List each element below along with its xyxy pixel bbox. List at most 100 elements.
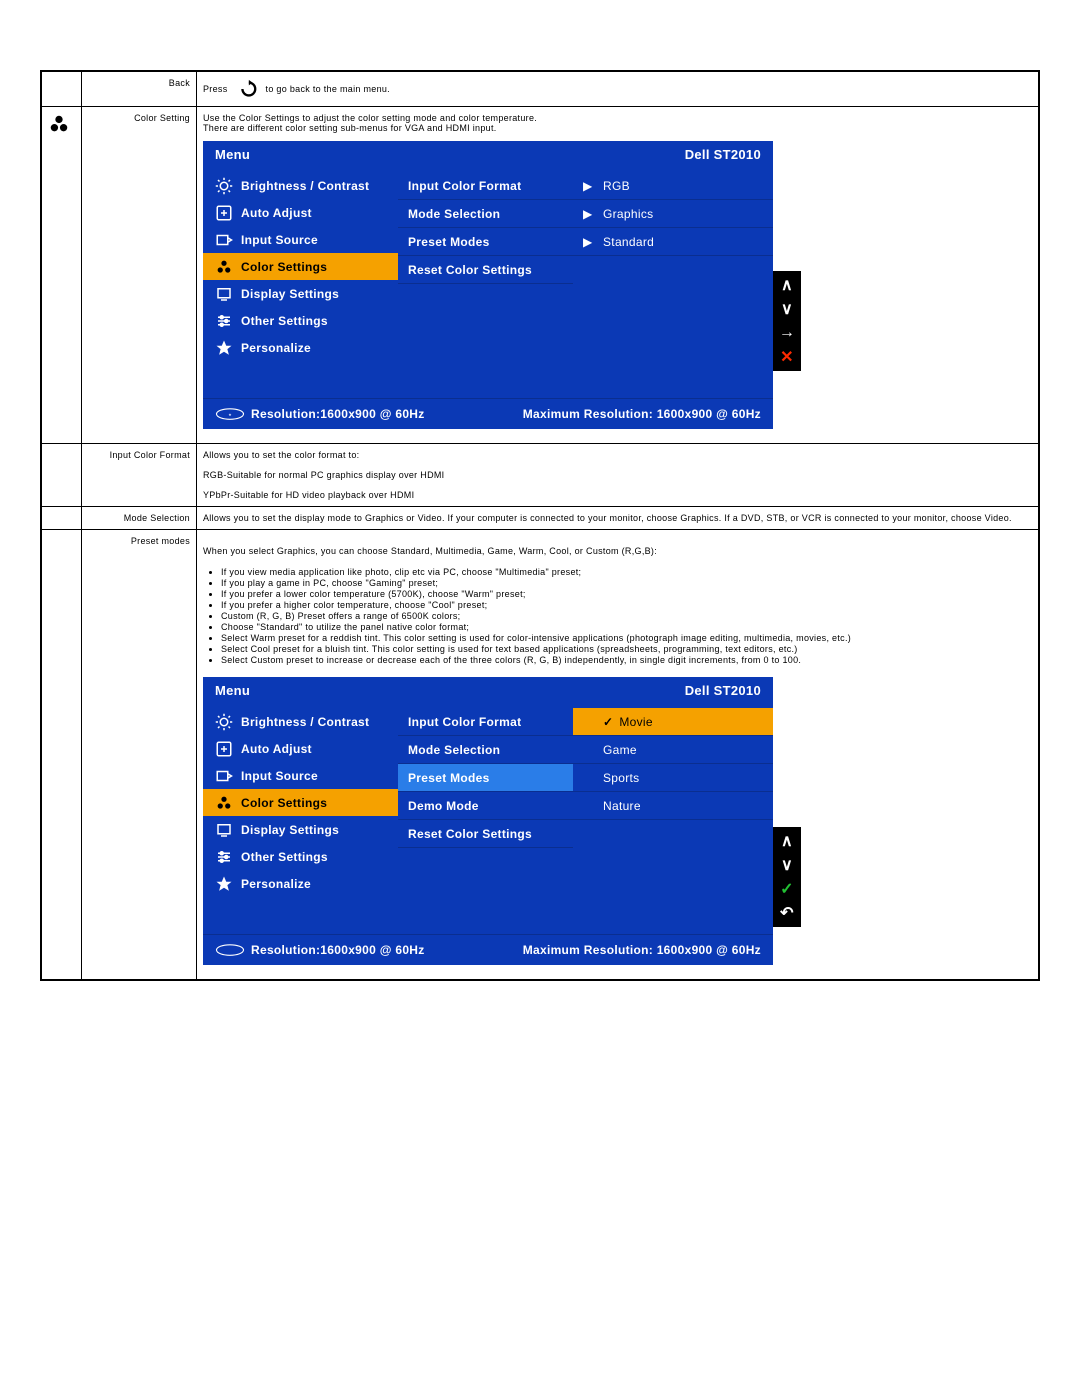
menu-icon	[213, 740, 235, 758]
osd-right-item[interactable]: ▶RGB	[573, 172, 773, 200]
preset-list-item: Select Warm preset for a reddish tint. T…	[221, 633, 1032, 643]
osd-left-label: Input Source	[241, 233, 318, 247]
osd-left-label: Personalize	[241, 341, 311, 355]
osd-left-item[interactable]: Display Settings	[203, 816, 398, 843]
nav-up-icon[interactable]: ∧	[776, 274, 798, 296]
menu-icon	[213, 713, 235, 731]
mode-desc: Allows you to set the display mode to Gr…	[203, 513, 1012, 523]
osd-left-item[interactable]: Color Settings	[203, 789, 398, 816]
osd-left-item[interactable]: Auto Adjust	[203, 735, 398, 762]
menu-icon	[213, 258, 235, 276]
preset-list-item: If you prefer a higher color temperature…	[221, 600, 1032, 610]
osd-right-item[interactable]: Sports	[573, 764, 773, 792]
menu-icon	[213, 848, 235, 866]
osd-left-label: Display Settings	[241, 823, 339, 837]
osd2-model: Dell ST2010	[685, 683, 761, 698]
menu-icon	[213, 285, 235, 303]
osd-right-item[interactable]: Game	[573, 736, 773, 764]
osd-left-label: Input Source	[241, 769, 318, 783]
osd2-menu: Menu	[215, 683, 250, 698]
osd-mid-item[interactable]: Input Color Format	[398, 172, 573, 200]
osd-mid-item[interactable]: Mode Selection	[398, 736, 573, 764]
osd-mid-item[interactable]: Mode Selection	[398, 200, 573, 228]
osd-right-label: Game	[603, 743, 637, 757]
osd-left-item[interactable]: Personalize	[203, 870, 398, 897]
preset-list-item: If you prefer a lower color temperature …	[221, 589, 1032, 599]
nav-back-icon[interactable]: ↶	[776, 902, 798, 924]
osd1-model: Dell ST2010	[685, 147, 761, 162]
menu-icon	[213, 339, 235, 357]
osd-right-label: Nature	[603, 799, 641, 813]
osd-screenshot-2: Menu Dell ST2010 Brightness / Contrast Au…	[203, 677, 773, 965]
osd-left-label: Other Settings	[241, 850, 328, 864]
osd-right-item[interactable]: ✓Movie	[573, 708, 773, 736]
check-icon: ✓	[603, 715, 613, 729]
row-icf-label: Input Color Format	[110, 450, 190, 460]
osd-left-item[interactable]: Input Source	[203, 226, 398, 253]
osd2-side-buttons: ∧ ∨ ✓ ↶	[773, 827, 801, 927]
osd1-menu: Menu	[215, 147, 250, 162]
osd2-maxres: Maximum Resolution: 1600x900 @ 60Hz	[523, 943, 761, 957]
osd-left-label: Other Settings	[241, 314, 328, 328]
color-settings-icon	[48, 113, 75, 135]
osd-mid-item[interactable]: Demo Mode	[398, 792, 573, 820]
osd-left-item[interactable]: Other Settings	[203, 843, 398, 870]
osd-left-item[interactable]: Auto Adjust	[203, 199, 398, 226]
submenu-arrow-icon: ▶	[583, 179, 593, 193]
preset-list-item: Select Cool preset for a bluish tint. Th…	[221, 644, 1032, 654]
row-mode-label: Mode Selection	[124, 513, 190, 523]
row-color-label: Color Setting	[134, 113, 190, 123]
nav-down-icon[interactable]: ∨	[776, 298, 798, 320]
nav-down-icon[interactable]: ∨	[776, 854, 798, 876]
osd-mid-item[interactable]: Reset Color Settings	[398, 256, 573, 284]
preset-list-item: Select Custom preset to increase or decr…	[221, 655, 1032, 665]
icf-line-1: Allows you to set the color format to:	[203, 450, 1032, 460]
nav-ok-icon[interactable]: ✓	[776, 878, 798, 900]
icf-line-2: RGB-Suitable for normal PC graphics disp…	[203, 470, 1032, 480]
osd-mid-item[interactable]: Preset Modes	[398, 228, 573, 256]
osd-left-item[interactable]: Input Source	[203, 762, 398, 789]
osd-left-item[interactable]: Display Settings	[203, 280, 398, 307]
osd-mid-item[interactable]: Input Color Format	[398, 708, 573, 736]
osd-right-item[interactable]: ▶ Graphics	[573, 200, 773, 228]
osd-left-label: Display Settings	[241, 287, 339, 301]
submenu-arrow-icon: ▶	[583, 235, 593, 249]
preset-list-item: Choose "Standard" to utilize the panel n…	[221, 622, 1032, 632]
nav-enter-icon[interactable]: →	[776, 322, 798, 344]
osd-left-label: Color Settings	[241, 260, 327, 274]
osd-right-label: Standard	[603, 235, 654, 249]
nav-up-icon[interactable]: ∧	[776, 830, 798, 852]
osd1-maxres: Maximum Resolution: 1600x900 @ 60Hz	[523, 407, 761, 421]
osd-left-label: Auto Adjust	[241, 206, 312, 220]
submenu-arrow-icon: ▶	[583, 207, 593, 221]
osd-right-label: Graphics	[603, 207, 653, 221]
osd-right-label: Sports	[603, 771, 639, 785]
color-desc-1: Use the Color Settings to adjust the col…	[203, 113, 1032, 123]
press-text: Press	[203, 84, 228, 94]
osd-left-label: Brightness / Contrast	[241, 715, 369, 729]
osd-mid-item[interactable]: Preset Modes	[398, 764, 573, 792]
osd-left-item[interactable]: Personalize	[203, 334, 398, 361]
osd1-side-buttons: ∧ ∨ → ✕	[773, 271, 801, 371]
color-desc-2: There are different color setting sub-me…	[203, 123, 1032, 133]
menu-icon	[213, 177, 235, 195]
preset-list: If you view media application like photo…	[221, 567, 1032, 665]
osd1-res: Resolution:1600x900 @ 60Hz	[251, 407, 425, 421]
osd-left-label: Brightness / Contrast	[241, 179, 369, 193]
row-preset-label: Preset modes	[131, 536, 190, 546]
menu-icon	[213, 204, 235, 222]
preset-list-item: Custom (R, G, B) Preset offers a range o…	[221, 611, 1032, 621]
osd-left-item[interactable]: Other Settings	[203, 307, 398, 334]
osd-left-item[interactable]: Brightness / Contrast	[203, 708, 398, 735]
nav-exit-icon[interactable]: ✕	[776, 346, 798, 368]
osd-right-item[interactable]: ▶ Standard	[573, 228, 773, 256]
osd-right-item[interactable]: Nature	[573, 792, 773, 820]
osd2-res: Resolution:1600x900 @ 60Hz	[251, 943, 425, 957]
osd-left-label: Auto Adjust	[241, 742, 312, 756]
osd-mid-item[interactable]: Reset Color Settings	[398, 820, 573, 848]
osd-left-item[interactable]: Brightness / Contrast	[203, 172, 398, 199]
icf-line-3: YPbPr-Suitable for HD video playback ove…	[203, 490, 1032, 500]
osd-left-item[interactable]: Color Settings	[203, 253, 398, 280]
energy-star-icon: ⋆	[215, 407, 245, 421]
menu-icon	[213, 312, 235, 330]
